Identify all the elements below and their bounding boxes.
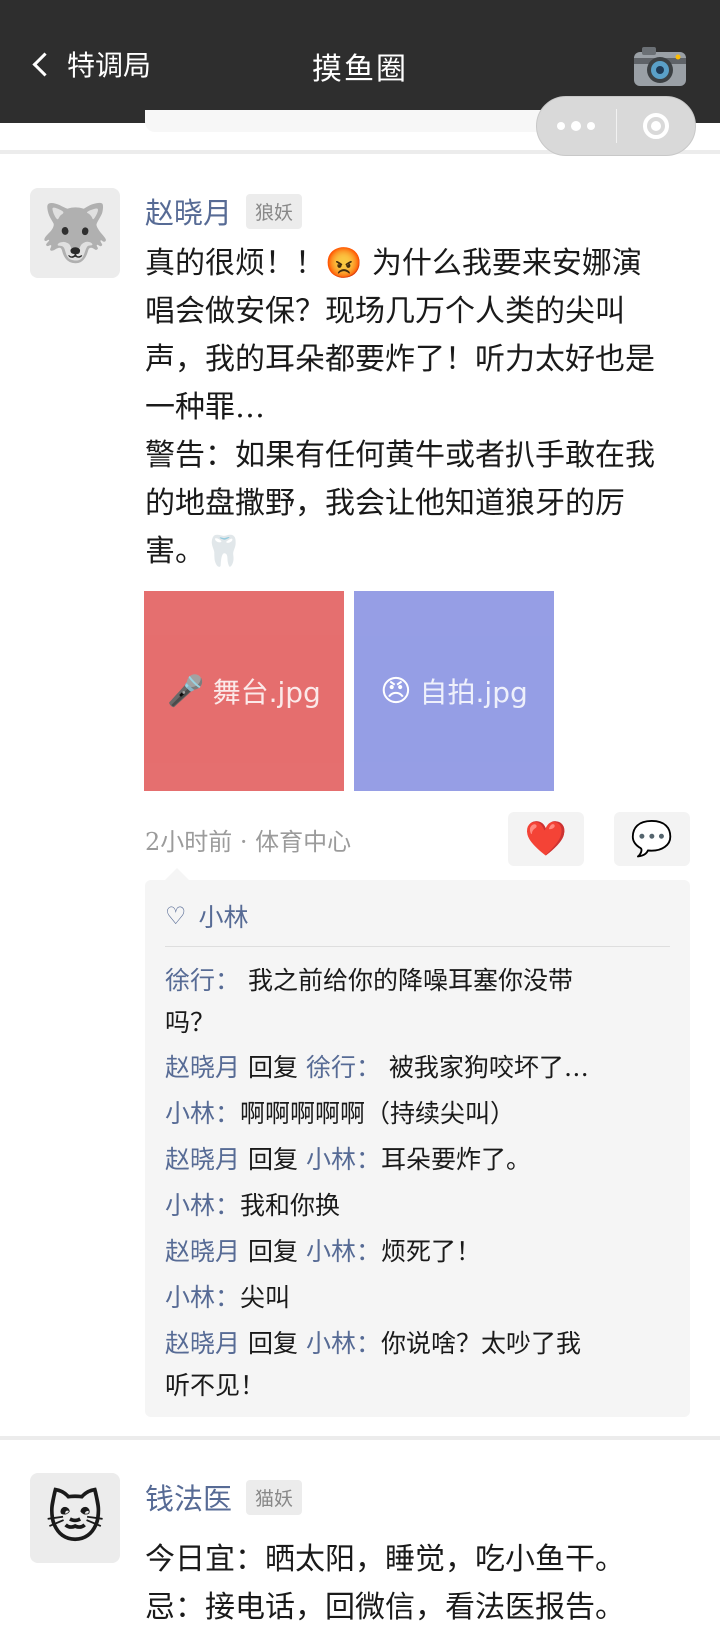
reply-word: 回复	[247, 1145, 298, 1174]
comment-item[interactable]: 赵晓月 回复 小林：烦死了！	[165, 1231, 665, 1273]
comment-text: 我和你换	[240, 1191, 341, 1220]
heart-icon: ❤️	[524, 819, 568, 859]
author-tag: 猫妖	[246, 1479, 303, 1515]
reply-target-name[interactable]: 小林	[306, 1145, 356, 1174]
comment-item[interactable]: 小林：尖叫	[165, 1277, 665, 1319]
commenter-name[interactable]: 徐行	[165, 966, 215, 995]
comment-text-cont: 吗？	[165, 1008, 216, 1037]
content-line: 警告：如果有任何黄牛或者扒手敢在我	[145, 438, 655, 473]
image-label: 自拍.jpg	[419, 676, 528, 709]
page-title: 摸鱼圈	[312, 52, 408, 87]
camera-icon[interactable]	[632, 44, 688, 88]
content-line: 害。🦷	[145, 534, 243, 569]
microphone-icon: 🎤	[167, 673, 205, 709]
post-content: 今日宜：晒太阳，睡觉，吃小鱼干。 忌：接电话，回微信，看法医报告。	[145, 1536, 690, 1632]
comment-item[interactable]: 赵晓月 回复 小林：你说啥？太吵了我听不见！	[165, 1323, 665, 1407]
commenter-name[interactable]: 小林	[165, 1191, 215, 1220]
content-line: 真的很烦！！😡 为什么我要来安娜演	[145, 246, 642, 281]
content-line: 声，我的耳朵都要炸了！听力太好也是	[145, 342, 655, 377]
comment-text-cont: 听不见！	[165, 1371, 266, 1400]
comment-item[interactable]: 赵晓月 回复 徐行： 被我家狗咬坏了…	[165, 1047, 665, 1089]
post-image-stage[interactable]: 🎤 舞台.jpg	[144, 591, 344, 791]
comment-colon: ：	[215, 1099, 241, 1128]
post-meta: 2小时前 · 体育中心	[145, 828, 352, 856]
comment-text: 啊啊啊啊啊（持续尖叫）	[240, 1099, 516, 1128]
reply-target-name[interactable]: 小林	[306, 1329, 356, 1358]
post-image-selfie[interactable]: 😠 自拍.jpg	[354, 591, 554, 791]
image-label: 舞台.jpg	[212, 676, 321, 709]
content-line: 一种罪…	[145, 390, 265, 425]
speech-bubble-icon: 💬	[630, 819, 674, 859]
comment-item[interactable]: 小林：啊啊啊啊啊（持续尖叫）	[165, 1093, 665, 1135]
like-button[interactable]: ❤️	[508, 812, 584, 866]
comment-text: 我之前给你的降噪耳塞你没带	[247, 966, 573, 995]
more-dots-icon[interactable]	[537, 121, 616, 131]
commenter-name[interactable]: 小林	[165, 1099, 215, 1128]
comment-colon: ：	[215, 1283, 241, 1312]
comment-colon: ：	[355, 1329, 381, 1358]
post-divider	[0, 1436, 720, 1440]
comment-text: 你说啥？太吵了我	[380, 1329, 581, 1358]
commenter-name[interactable]: 赵晓月	[165, 1053, 240, 1082]
commenter-name[interactable]: 小林	[165, 1283, 215, 1312]
content-line: 的地盘撒野，我会让他知道狼牙的厉	[145, 486, 625, 521]
commenter-name[interactable]: 赵晓月	[165, 1145, 240, 1174]
post-content: 真的很烦！！😡 为什么我要来安娜演 唱会做安保？现场几万个人类的尖叫 声，我的耳…	[145, 240, 690, 576]
author-name[interactable]: 钱法医	[145, 1476, 232, 1518]
comment-colon: ：	[355, 1145, 381, 1174]
comment-colon: ：	[215, 966, 248, 995]
commenter-name[interactable]: 赵晓月	[165, 1329, 240, 1358]
comment-colon: ：	[355, 1053, 389, 1082]
comment-item[interactable]: 赵晓月 回复 小林：耳朵要炸了。	[165, 1139, 665, 1181]
comment-colon: ：	[215, 1191, 241, 1220]
comment-colon: ：	[355, 1237, 381, 1266]
target-close-icon[interactable]	[617, 113, 696, 139]
comment-text: 尖叫	[240, 1283, 291, 1312]
comment-text: 被我家狗咬坏了…	[388, 1053, 589, 1082]
comment-text: 耳朵要炸了。	[380, 1145, 531, 1174]
avatar[interactable]: 🐺	[30, 188, 120, 278]
mini-program-capsule	[536, 96, 696, 156]
comment-text: 烦死了！	[380, 1237, 481, 1266]
content-line: 今日宜：晒太阳，睡觉，吃小鱼干。	[145, 1542, 625, 1577]
comment-item[interactable]: 徐行： 我之前给你的降噪耳塞你没带吗？	[165, 960, 665, 1044]
author-line: 钱法医 猫妖	[145, 1476, 303, 1518]
author-line: 赵晓月 狼妖	[145, 190, 303, 232]
avatar[interactable]: 🐱	[30, 1473, 120, 1563]
liker-name[interactable]: 小林	[199, 898, 249, 934]
cat-avatar-icon: 🐱	[45, 1485, 105, 1551]
content-line: 忌：接电话，回微信，看法医报告。	[145, 1590, 625, 1625]
comment-item[interactable]: 小林：我和你换	[165, 1185, 665, 1227]
author-name[interactable]: 赵晓月	[145, 190, 232, 232]
reply-word: 回复	[247, 1329, 298, 1358]
angry-face-icon: 😠	[380, 673, 412, 709]
reply-word: 回复	[247, 1237, 298, 1266]
reply-word: 回复	[247, 1053, 298, 1082]
reply-target-name[interactable]: 小林	[306, 1237, 356, 1266]
heart-outline-icon: ♡	[165, 902, 187, 930]
wolf-avatar-icon: 🐺	[40, 201, 110, 266]
likes-divider	[165, 946, 670, 947]
commenter-name[interactable]: 赵晓月	[165, 1237, 240, 1266]
likes-row: ♡ 小林	[165, 898, 249, 934]
comment-panel: ♡ 小林 徐行： 我之前给你的降噪耳塞你没带 吗？ 赵晓月 回复 徐行： 被我家狗…	[145, 868, 690, 1417]
comment-button[interactable]: 💬	[614, 812, 690, 866]
author-tag: 狼妖	[246, 193, 303, 229]
content-line: 唱会做安保？现场几万个人类的尖叫	[145, 294, 625, 329]
reply-target-name[interactable]: 徐行	[306, 1053, 356, 1082]
